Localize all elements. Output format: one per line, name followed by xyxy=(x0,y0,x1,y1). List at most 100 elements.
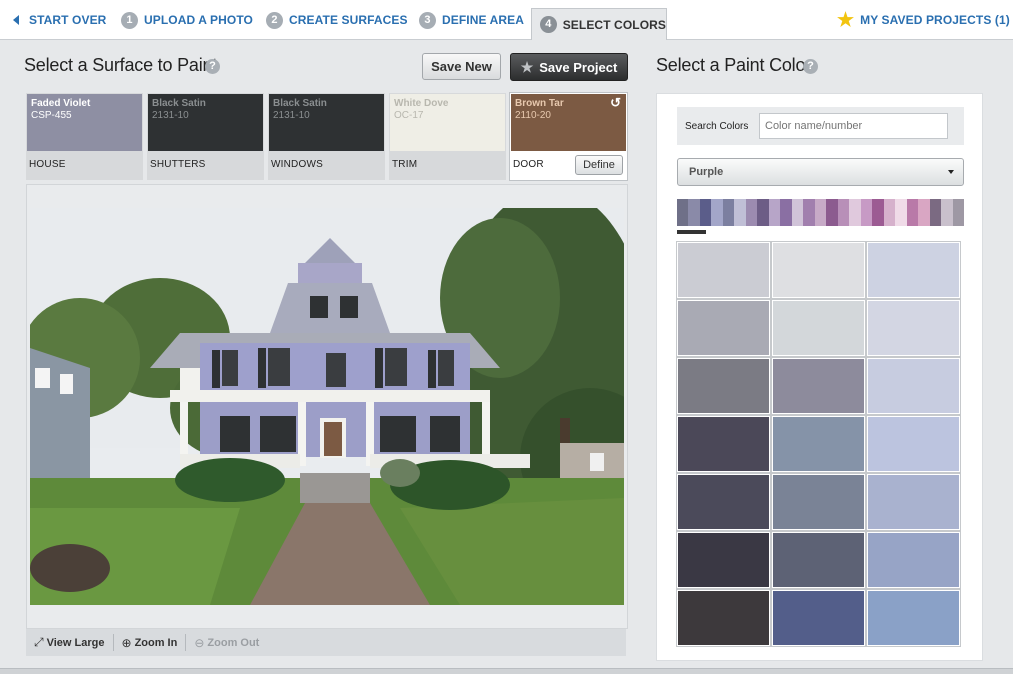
photo-toolbar: ⤢ View Large ⊕ Zoom In ⊖ Zoom Out xyxy=(26,629,626,656)
color-chip[interactable] xyxy=(677,416,770,472)
step-upload-photo[interactable]: 1 UPLOAD A PHOTO xyxy=(121,0,253,40)
color-chip[interactable] xyxy=(772,416,865,472)
zoom-out-label: Zoom Out xyxy=(207,636,260,649)
surface-card-door[interactable]: Brown Tar 2110-20 ↺ DOOR Define xyxy=(510,93,627,180)
start-over-label: START OVER xyxy=(29,13,107,27)
zoom-in-button[interactable]: ⊕ Zoom In xyxy=(114,634,187,651)
surface-list: Faded Violet CSP-455 HOUSE Black Satin 2… xyxy=(26,93,628,181)
spectrum-segment[interactable] xyxy=(872,199,884,226)
zoom-out-button[interactable]: ⊖ Zoom Out xyxy=(186,634,267,651)
spectrum-segment[interactable] xyxy=(768,199,781,226)
color-chip[interactable] xyxy=(677,590,770,646)
color-chip[interactable] xyxy=(867,590,960,646)
spectrum-segment[interactable] xyxy=(791,199,804,226)
color-chip[interactable] xyxy=(867,416,960,472)
surface-card-trim[interactable]: White Dove OC-17 TRIM xyxy=(389,93,506,180)
help-icon[interactable]: ? xyxy=(803,59,818,74)
spectrum-segment[interactable] xyxy=(837,199,850,226)
spectrum-position-marker xyxy=(677,230,706,234)
color-chip[interactable] xyxy=(772,532,865,588)
color-chip[interactable] xyxy=(772,358,865,414)
step-label: SELECT COLORS xyxy=(562,17,666,32)
spectrum-segment[interactable] xyxy=(711,199,723,226)
color-chip[interactable] xyxy=(867,300,960,356)
spectrum-segment[interactable] xyxy=(918,199,930,226)
color-chip[interactable] xyxy=(867,532,960,588)
spectrum-segment[interactable] xyxy=(688,199,700,226)
surface-label: HOUSE xyxy=(29,159,66,170)
color-chip[interactable] xyxy=(867,242,960,298)
view-large-button[interactable]: ⤢ View Large xyxy=(26,634,114,651)
surface-swatch: Brown Tar 2110-20 ↺ xyxy=(511,94,626,151)
color-search-input[interactable] xyxy=(759,113,948,139)
spectrum-segment[interactable] xyxy=(757,199,769,226)
color-chip[interactable] xyxy=(677,474,770,530)
surface-card-windows[interactable]: Black Satin 2131-10 WINDOWS xyxy=(268,93,385,180)
color-chip[interactable] xyxy=(772,474,865,530)
color-name: Brown Tar xyxy=(515,98,564,109)
surface-swatch: Black Satin 2131-10 xyxy=(269,94,384,151)
spectrum-segment[interactable] xyxy=(780,199,792,226)
surface-swatch: Faded Violet CSP-455 xyxy=(27,94,142,151)
save-project-label: Save Project xyxy=(539,59,618,75)
color-chip[interactable] xyxy=(772,300,865,356)
surface-label: TRIM xyxy=(392,159,418,170)
spectrum-segment[interactable] xyxy=(952,199,965,226)
spectrum-segment[interactable] xyxy=(883,199,896,226)
surface-label: WINDOWS xyxy=(271,159,323,170)
color-code: 2131-10 xyxy=(152,110,189,121)
spectrum-segment[interactable] xyxy=(745,199,758,226)
step-select-colors[interactable]: 4 SELECT COLORS xyxy=(531,8,667,40)
step-create-surfaces[interactable]: 2 CREATE SURFACES xyxy=(266,0,408,40)
spectrum-segment[interactable] xyxy=(699,199,712,226)
save-project-button[interactable]: ★ Save Project xyxy=(510,53,628,81)
color-spectrum-bar[interactable] xyxy=(677,199,965,226)
step-number-badge: 3 xyxy=(419,11,436,29)
step-label: DEFINE AREA xyxy=(442,13,524,27)
chevron-down-icon xyxy=(948,170,954,174)
spectrum-segment[interactable] xyxy=(895,199,907,226)
color-family-select[interactable]: Purple xyxy=(677,158,964,186)
color-chip[interactable] xyxy=(677,532,770,588)
surface-card-shutters[interactable]: Black Satin 2131-10 SHUTTERS xyxy=(147,93,264,180)
spectrum-segment[interactable] xyxy=(677,199,689,226)
spectrum-segment[interactable] xyxy=(803,199,815,226)
spectrum-segment[interactable] xyxy=(849,199,861,226)
color-chip[interactable] xyxy=(867,474,960,530)
spectrum-segment[interactable] xyxy=(860,199,873,226)
help-icon[interactable]: ? xyxy=(205,59,220,74)
color-chip[interactable] xyxy=(677,358,770,414)
step-label: CREATE SURFACES xyxy=(289,13,408,27)
color-code: OC-17 xyxy=(394,110,424,121)
color-name: Faded Violet xyxy=(31,98,91,109)
surface-section-title: Select a Surface to Paint xyxy=(24,55,218,75)
undo-icon[interactable]: ↺ xyxy=(610,96,621,109)
expand-icon: ⤢ xyxy=(34,635,44,649)
color-chip[interactable] xyxy=(772,590,865,646)
color-chip[interactable] xyxy=(772,242,865,298)
color-code: CSP-455 xyxy=(31,110,72,121)
spectrum-segment[interactable] xyxy=(722,199,735,226)
spectrum-segment[interactable] xyxy=(826,199,838,226)
save-new-button[interactable]: Save New xyxy=(422,53,501,80)
spectrum-segment[interactable] xyxy=(929,199,942,226)
color-code: 2110-20 xyxy=(515,110,551,121)
surface-label: SHUTTERS xyxy=(150,159,206,170)
spectrum-segment[interactable] xyxy=(734,199,746,226)
step-define-area[interactable]: 3 DEFINE AREA xyxy=(419,0,524,40)
color-chip[interactable] xyxy=(867,358,960,414)
spectrum-segment[interactable] xyxy=(814,199,827,226)
color-chip[interactable] xyxy=(677,242,770,298)
my-saved-projects-link[interactable]: ★ MY SAVED PROJECTS (1) xyxy=(837,0,1010,40)
spectrum-segment[interactable] xyxy=(941,199,953,226)
define-button[interactable]: Define xyxy=(575,155,623,175)
star-icon: ★ xyxy=(837,9,855,31)
house-photo[interactable] xyxy=(30,208,624,605)
surface-card-house[interactable]: Faded Violet CSP-455 HOUSE xyxy=(26,93,143,180)
color-name: Black Satin xyxy=(273,98,327,109)
paint-color-panel: Search Colors Purple xyxy=(656,93,983,661)
view-large-label: View Large xyxy=(46,636,105,649)
color-chip[interactable] xyxy=(677,300,770,356)
start-over-link[interactable]: START OVER xyxy=(13,0,106,40)
spectrum-segment[interactable] xyxy=(906,199,919,226)
